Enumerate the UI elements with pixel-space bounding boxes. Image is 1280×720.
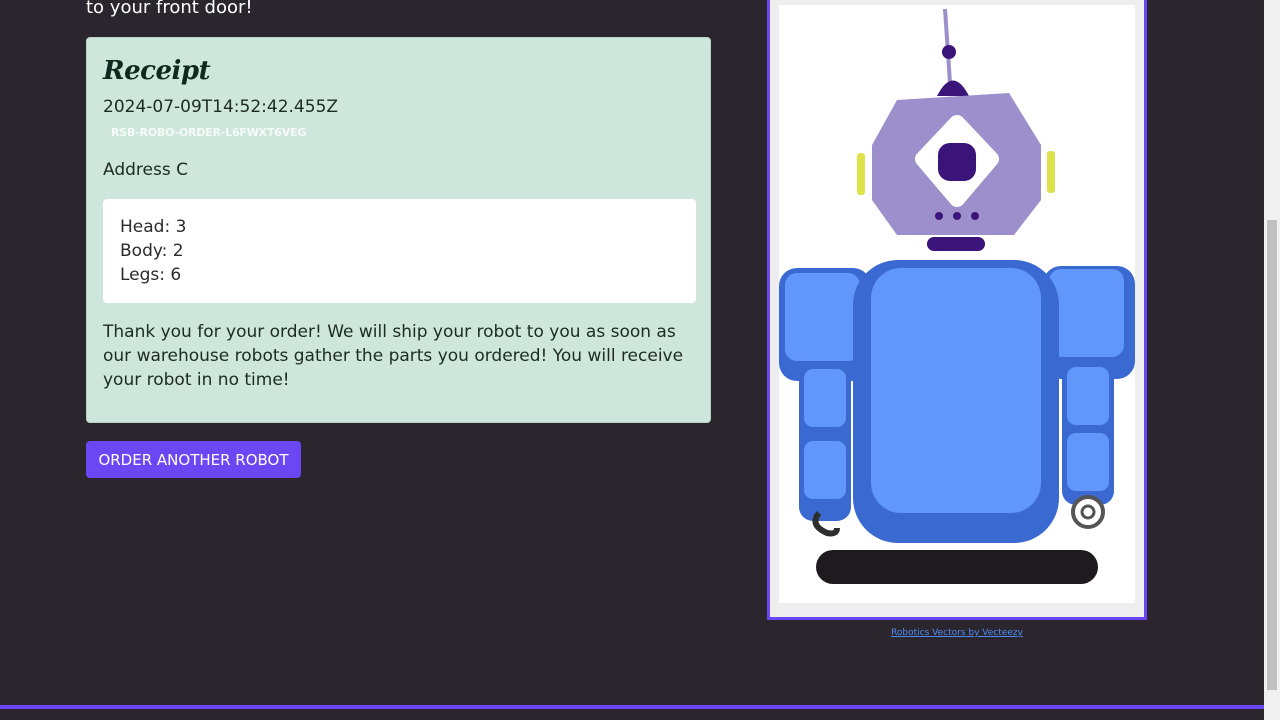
image-credit: Robotics Vectors by Vecteezy xyxy=(767,628,1147,638)
part-body: Body: 2 xyxy=(120,241,184,261)
robot-preview xyxy=(767,0,1147,620)
order-another-button[interactable]: Order another robot xyxy=(86,441,301,478)
part-head: Head: 3 xyxy=(120,217,187,237)
parts-list: Head: 3 Body: 2 Legs: 6 xyxy=(103,199,696,303)
intro-text: to your front door! xyxy=(86,0,253,18)
page-scrollbar[interactable] xyxy=(1264,0,1280,720)
receipt-title: Receipt xyxy=(103,56,211,86)
thank-you-message: Thank you for your order! We will ship y… xyxy=(103,322,684,390)
order-id: RSB-ROBO-ORDER-L6FWXT6VEG xyxy=(111,126,307,139)
receipt-panel: Receipt 2024-07-09T14:52:42.455Z RSB-ROB… xyxy=(86,37,711,423)
vecteezy-credit-link[interactable]: Robotics Vectors by Vecteezy xyxy=(891,628,1023,638)
robot-image xyxy=(779,5,1135,603)
shipping-address: Address C xyxy=(103,160,188,180)
footer-bar xyxy=(0,705,1264,720)
part-legs: Legs: 6 xyxy=(120,265,182,285)
scrollbar-thumb[interactable] xyxy=(1267,220,1277,690)
receipt-timestamp: 2024-07-09T14:52:42.455Z xyxy=(103,97,339,117)
